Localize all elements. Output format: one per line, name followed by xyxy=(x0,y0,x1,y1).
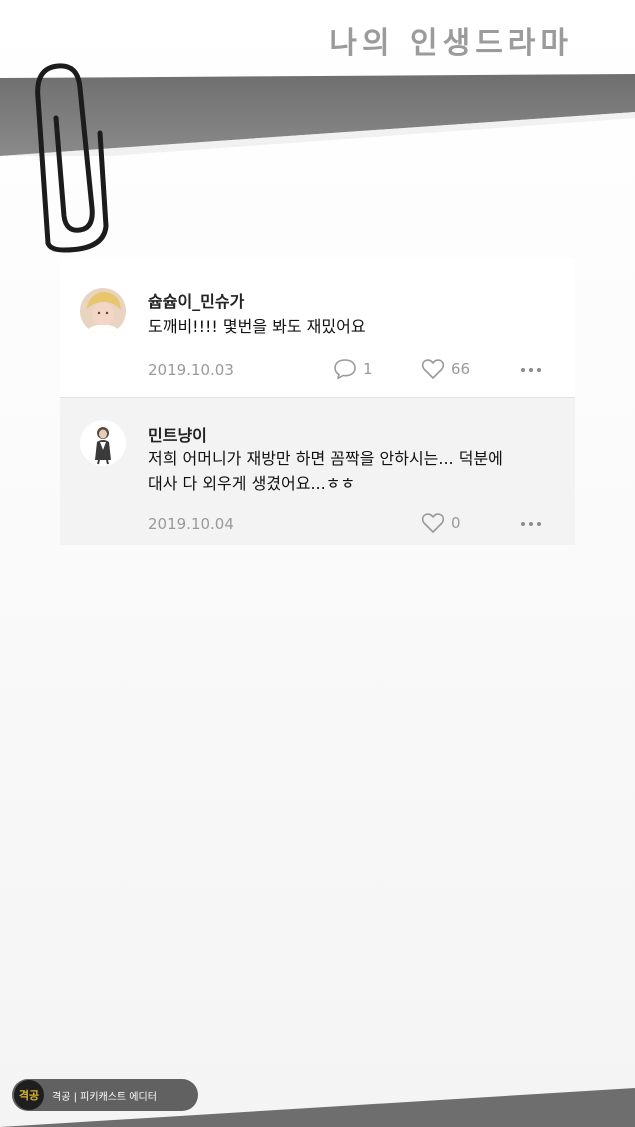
like-count: 66 xyxy=(451,360,471,378)
comment-date: 2019.10.03 xyxy=(148,361,234,379)
comment-username[interactable]: 슙슙이_민슈가 xyxy=(148,288,244,312)
paperclip-icon xyxy=(35,63,109,253)
heart-icon xyxy=(421,359,445,379)
user-avatar-illustration-icon xyxy=(80,420,126,466)
comment-item: 슙슙이_민슈가 도깨비!!!! 몇번을 봐도 재밌어요 2019.10.03 1… xyxy=(60,258,575,398)
comment-text: 저희 어머니가 재방만 하면 꼼짝을 안하시는... 덕분에 대사 다 외우게 … xyxy=(148,446,558,496)
user-avatar[interactable] xyxy=(80,288,126,334)
more-options-icon[interactable] xyxy=(520,366,542,374)
like-button[interactable]: 0 xyxy=(421,512,461,534)
reply-count: 1 xyxy=(363,360,373,378)
comment-text-line: 저희 어머니가 재방만 하면 꼼짝을 안하시는... 덕분에 xyxy=(148,449,503,468)
like-button[interactable]: 66 xyxy=(421,358,470,380)
more-options-icon[interactable] xyxy=(520,520,542,528)
speech-bubble-icon xyxy=(334,359,356,380)
heart-icon xyxy=(421,513,445,533)
comment-text-line: 대사 다 외우게 생겼어요...ㅎㅎ xyxy=(148,474,356,493)
reply-button[interactable]: 1 xyxy=(333,358,373,380)
comment-username[interactable]: 민트냥이 xyxy=(148,422,207,446)
comment-card: 슙슙이_민슈가 도깨비!!!! 몇번을 봐도 재밌어요 2019.10.03 1… xyxy=(60,258,575,545)
user-avatar[interactable] xyxy=(80,420,126,466)
user-avatar-photo-icon xyxy=(80,288,126,334)
comment-date: 2019.10.04 xyxy=(148,515,234,533)
badge-logo: 격공 xyxy=(14,1080,44,1110)
badge-text: 격공 | 피키캐스트 에디터 xyxy=(52,1091,157,1103)
page-title: 나의 인생드라마 xyxy=(329,26,573,61)
reply-item: 민트냥이 저희 어머니가 재방만 하면 꼼짝을 안하시는... 덕분에 대사 다… xyxy=(60,398,575,545)
like-count: 0 xyxy=(451,514,461,532)
comment-text: 도깨비!!!! 몇번을 봐도 재밌어요 xyxy=(148,317,366,336)
editor-badge: 격공 격공 | 피키캐스트 에디터 xyxy=(12,1079,198,1111)
